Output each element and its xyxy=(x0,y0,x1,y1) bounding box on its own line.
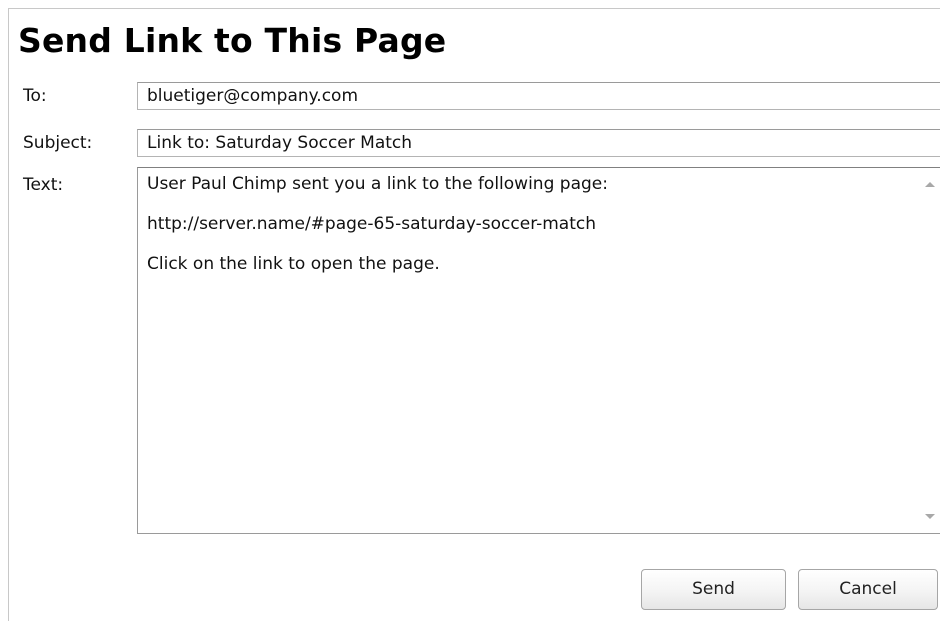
to-field[interactable]: bluetiger@company.com xyxy=(137,82,940,110)
subject-field[interactable]: Link to: Saturday Soccer Match xyxy=(137,129,940,157)
scroll-up-arrow-icon[interactable] xyxy=(925,182,935,187)
message-line: Click on the link to open the page. xyxy=(147,254,440,274)
message-line: User Paul Chimp sent you a link to the f… xyxy=(147,174,608,194)
to-label: To: xyxy=(23,86,47,106)
cancel-button[interactable]: Cancel xyxy=(798,569,938,610)
dialog-title: Send Link to This Page xyxy=(18,21,447,60)
message-link-line: http://server.name/#page-65-saturday-soc… xyxy=(147,214,596,234)
textarea-scrollbar[interactable] xyxy=(922,168,938,533)
message-text: User Paul Chimp sent you a link to the f… xyxy=(147,174,608,294)
text-label: Text: xyxy=(23,175,64,195)
send-button[interactable]: Send xyxy=(641,569,786,610)
scroll-down-arrow-icon[interactable] xyxy=(925,514,935,519)
subject-label: Subject: xyxy=(23,133,93,153)
message-textarea[interactable]: User Paul Chimp sent you a link to the f… xyxy=(137,167,940,534)
